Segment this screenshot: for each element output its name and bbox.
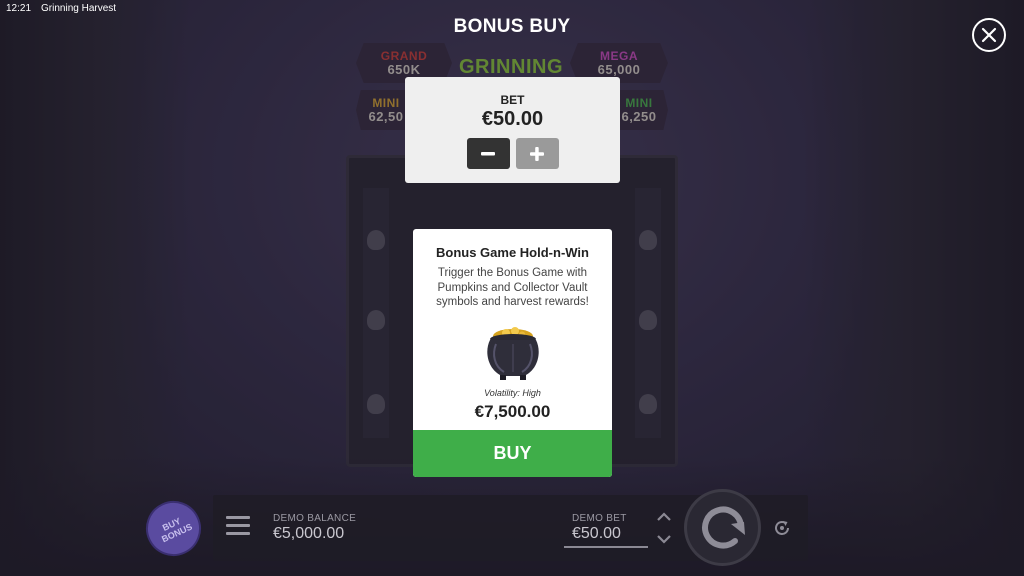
bet-display-label: DEMO BET: [572, 513, 627, 524]
cauldron-of-gold-icon: [482, 322, 544, 382]
balance-value: €5,000.00: [273, 525, 345, 542]
close-icon: [981, 27, 997, 43]
autoplay-icon: [775, 521, 789, 535]
increase-bet-button[interactable]: [515, 138, 559, 169]
demo-balance: DEMO BALANCE €5,000.00: [273, 513, 356, 543]
buy-bonus-label: BUY BONUS: [159, 515, 194, 544]
bet-value: €50.00: [481, 108, 544, 130]
bet-adjust-arrows[interactable]: [654, 508, 674, 548]
chevron-up-icon: [657, 512, 671, 521]
modal-title: BONUS BUY: [453, 16, 571, 37]
bet-panel: BET €50.00: [405, 77, 620, 183]
bet-label: BET: [500, 93, 525, 107]
bonus-option-card: Bonus Game Hold-n-Win Trigger the Bonus …: [413, 229, 612, 477]
plus-icon: [530, 146, 544, 161]
bonus-price: €7,500.00: [474, 401, 551, 421]
app-title: Grinning Harvest: [41, 3, 117, 14]
bet-display-value: €50.00: [572, 525, 621, 542]
volatility-label: Volatility: High: [484, 387, 541, 398]
spin-arrows-icon: [701, 506, 745, 549]
bonus-title: Bonus Game Hold-n-Win: [436, 245, 589, 260]
bonus-description: Trigger the Bonus Game with Pumpkins and…: [436, 267, 589, 308]
demo-bet[interactable]: DEMO BET €50.00: [564, 513, 648, 548]
status-bar: 12:21 Grinning Harvest: [6, 3, 116, 14]
close-button[interactable]: [972, 18, 1006, 52]
autoplay-button[interactable]: [772, 518, 792, 538]
balance-label: DEMO BALANCE: [273, 513, 357, 524]
decrease-bet-button[interactable]: [466, 138, 510, 169]
chevron-down-icon: [657, 535, 671, 544]
menu-icon[interactable]: [226, 516, 250, 536]
buy-button[interactable]: BUY: [413, 430, 612, 477]
clock: 12:21: [6, 3, 32, 14]
spin-button[interactable]: [684, 489, 761, 566]
minus-icon: [481, 151, 495, 155]
